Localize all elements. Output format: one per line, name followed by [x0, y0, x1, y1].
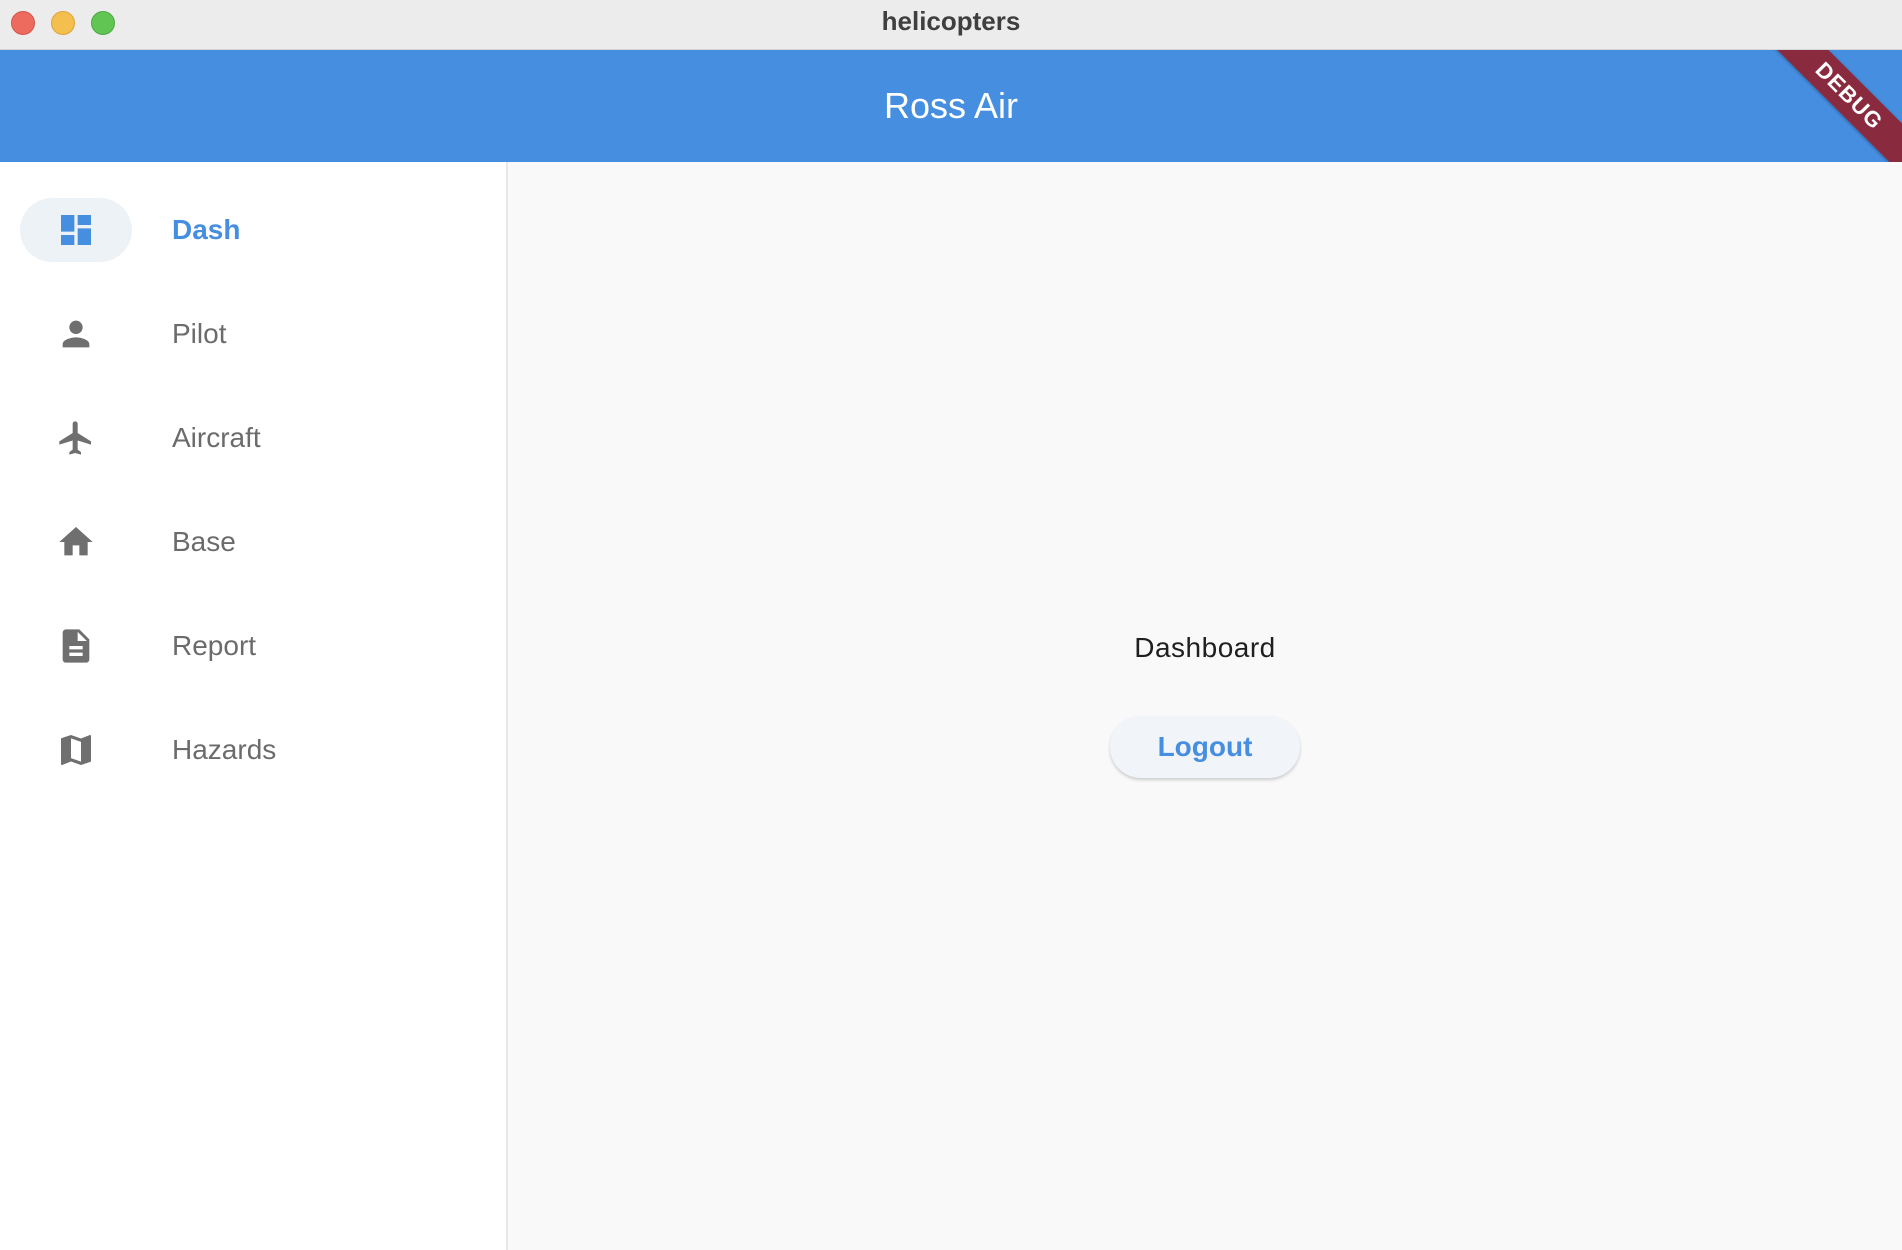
nav-item-label: Report	[172, 630, 257, 661]
logout-button[interactable]: Logout	[1110, 716, 1300, 778]
nav-item-indicator	[20, 510, 132, 574]
nav-item-label: Dash	[172, 214, 241, 245]
map-icon	[61, 735, 91, 765]
home-icon	[59, 527, 93, 556]
person-icon	[62, 320, 90, 348]
app-title: Ross Air	[883, 85, 1019, 126]
main-content: Dashboard Logout	[508, 162, 1902, 1250]
navigation-rail: Dash Pilot Aircraft Base Report Hazards	[0, 162, 508, 1250]
nav-item-label: Base	[172, 526, 236, 557]
window-title: helicopters	[881, 6, 1021, 36]
dashboard-icon	[61, 215, 91, 245]
nav-item-report[interactable]: Report	[0, 578, 506, 682]
nav-item-hazards[interactable]: Hazards	[0, 682, 506, 786]
nav-item-indicator	[20, 302, 132, 366]
app-bar: Ross Air DEBUG	[0, 50, 1902, 162]
page-title: Dashboard	[1134, 632, 1276, 663]
nav-item-aircraft[interactable]: Aircraft	[0, 370, 506, 474]
nav-item-dash[interactable]: Dash	[0, 162, 506, 266]
nav-item-indicator	[20, 614, 132, 678]
nav-item-indicator	[20, 406, 132, 470]
window-titlebar: helicopters	[0, 0, 1902, 50]
document-icon	[62, 629, 90, 663]
airplane-icon	[59, 421, 91, 455]
nav-item-indicator	[20, 718, 132, 782]
nav-item-indicator	[20, 198, 132, 262]
nav-item-label: Pilot	[172, 318, 227, 349]
nav-item-label: Hazards	[172, 734, 277, 765]
nav-item-pilot[interactable]: Pilot	[0, 266, 506, 370]
nav-item-label: Aircraft	[172, 422, 261, 453]
nav-item-base[interactable]: Base	[0, 474, 506, 578]
